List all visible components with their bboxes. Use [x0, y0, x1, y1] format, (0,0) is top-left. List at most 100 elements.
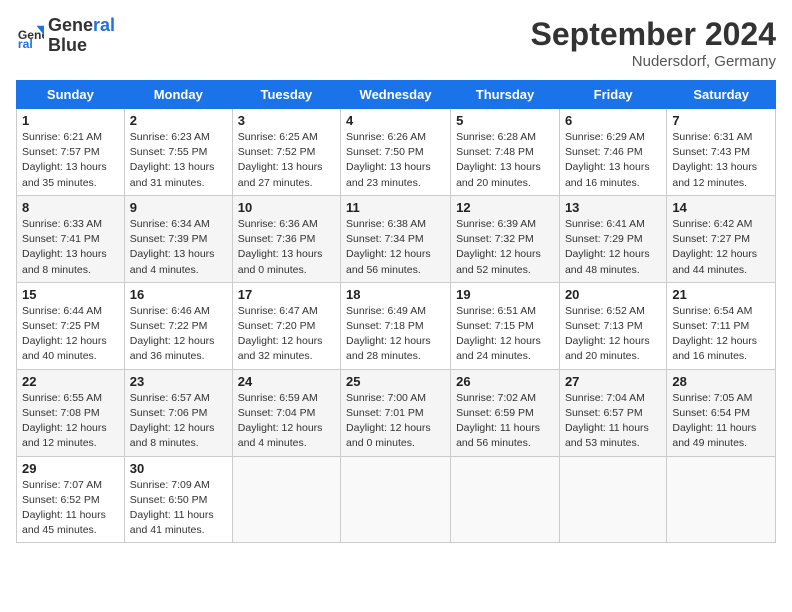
day-number: 14: [672, 200, 770, 215]
day-info: Sunrise: 6:47 AM Sunset: 7:20 PM Dayligh…: [238, 304, 335, 365]
calendar-cell: 10Sunrise: 6:36 AM Sunset: 7:36 PM Dayli…: [232, 195, 340, 282]
day-number: 4: [346, 113, 445, 128]
calendar-week-5: 29Sunrise: 7:07 AM Sunset: 6:52 PM Dayli…: [17, 456, 776, 543]
day-info: Sunrise: 6:54 AM Sunset: 7:11 PM Dayligh…: [672, 304, 770, 365]
calendar-cell: [341, 456, 451, 543]
title-block: September 2024 Nudersdorf, Germany: [531, 16, 776, 70]
day-info: Sunrise: 6:42 AM Sunset: 7:27 PM Dayligh…: [672, 217, 770, 278]
day-info: Sunrise: 6:26 AM Sunset: 7:50 PM Dayligh…: [346, 130, 445, 191]
calendar-cell: 24 Sunrise: 6:59 AM Sunset: 7:04 PM Dayli…: [232, 369, 340, 456]
calendar-week-2: 8Sunrise: 6:33 AM Sunset: 7:41 PM Daylig…: [17, 195, 776, 282]
calendar-cell: 28 Sunrise: 7:05 AM Sunset: 6:54 PM Dayli…: [667, 369, 776, 456]
calendar-cell: 30 Sunrise: 7:09 AM Sunset: 6:50 PM Dayli…: [124, 456, 232, 543]
day-info: Sunrise: 6:52 AM Sunset: 7:13 PM Dayligh…: [565, 304, 661, 365]
day-number: 6: [565, 113, 661, 128]
calendar-week-4: 22 Sunrise: 6:55 AM Sunset: 7:08 PM Dayli…: [17, 369, 776, 456]
day-info: Sunrise: 6:46 AM Sunset: 7:22 PM Dayligh…: [130, 304, 227, 365]
calendar-cell: 4 Sunrise: 6:26 AM Sunset: 7:50 PM Daylig…: [341, 109, 451, 196]
calendar-cell: 20 Sunrise: 6:52 AM Sunset: 7:13 PM Dayli…: [559, 282, 666, 369]
day-number: 5: [456, 113, 554, 128]
calendar-cell: 19 Sunrise: 6:51 AM Sunset: 7:15 PM Dayli…: [451, 282, 560, 369]
day-info: Sunrise: 6:49 AM Sunset: 7:18 PM Dayligh…: [346, 304, 445, 365]
day-info: Sunrise: 6:44 AM Sunset: 7:25 PM Dayligh…: [22, 304, 119, 365]
calendar-week-3: 15Sunrise: 6:44 AM Sunset: 7:25 PM Dayli…: [17, 282, 776, 369]
day-number: 27: [565, 374, 661, 389]
day-of-week-sunday: Sunday: [17, 81, 125, 109]
day-info: Sunrise: 7:05 AM Sunset: 6:54 PM Dayligh…: [672, 391, 770, 452]
calendar-cell: 12 Sunrise: 6:39 AM Sunset: 7:32 PM Dayli…: [451, 195, 560, 282]
day-number: 10: [238, 200, 335, 215]
day-number: 30: [130, 461, 227, 476]
day-info: Sunrise: 6:21 AM Sunset: 7:57 PM Dayligh…: [22, 130, 119, 191]
logo-icon: Gene ral: [16, 22, 44, 50]
day-number: 25: [346, 374, 445, 389]
calendar-cell: 6Sunrise: 6:29 AM Sunset: 7:46 PM Daylig…: [559, 109, 666, 196]
day-info: Sunrise: 6:59 AM Sunset: 7:04 PM Dayligh…: [238, 391, 335, 452]
page-header: Gene ral General Blue September 2024 Nud…: [16, 16, 776, 70]
day-number: 19: [456, 287, 554, 302]
calendar-week-1: 1 Sunrise: 6:21 AM Sunset: 7:57 PM Daylig…: [17, 109, 776, 196]
day-number: 11: [346, 200, 445, 215]
calendar-cell: 18 Sunrise: 6:49 AM Sunset: 7:18 PM Dayli…: [341, 282, 451, 369]
day-info: Sunrise: 6:31 AM Sunset: 7:43 PM Dayligh…: [672, 130, 770, 191]
calendar-cell: 8Sunrise: 6:33 AM Sunset: 7:41 PM Daylig…: [17, 195, 125, 282]
day-number: 8: [22, 200, 119, 215]
calendar-cell: 25Sunrise: 7:00 AM Sunset: 7:01 PM Dayli…: [341, 369, 451, 456]
calendar-cell: 1 Sunrise: 6:21 AM Sunset: 7:57 PM Daylig…: [17, 109, 125, 196]
day-of-week-wednesday: Wednesday: [341, 81, 451, 109]
day-info: Sunrise: 6:51 AM Sunset: 7:15 PM Dayligh…: [456, 304, 554, 365]
day-number: 23: [130, 374, 227, 389]
day-info: Sunrise: 7:02 AM Sunset: 6:59 PM Dayligh…: [456, 391, 554, 452]
day-number: 1: [22, 113, 119, 128]
location: Nudersdorf, Germany: [531, 53, 776, 70]
day-info: Sunrise: 6:34 AM Sunset: 7:39 PM Dayligh…: [130, 217, 227, 278]
calendar-cell: 21Sunrise: 6:54 AM Sunset: 7:11 PM Dayli…: [667, 282, 776, 369]
day-number: 16: [130, 287, 227, 302]
calendar-cell: 16 Sunrise: 6:46 AM Sunset: 7:22 PM Dayli…: [124, 282, 232, 369]
calendar-cell: [451, 456, 560, 543]
day-info: Sunrise: 6:28 AM Sunset: 7:48 PM Dayligh…: [456, 130, 554, 191]
day-info: Sunrise: 7:07 AM Sunset: 6:52 PM Dayligh…: [22, 478, 119, 539]
day-of-week-saturday: Saturday: [667, 81, 776, 109]
day-of-week-thursday: Thursday: [451, 81, 560, 109]
logo: Gene ral General Blue: [16, 16, 115, 56]
day-info: Sunrise: 6:25 AM Sunset: 7:52 PM Dayligh…: [238, 130, 335, 191]
calendar-cell: 2Sunrise: 6:23 AM Sunset: 7:55 PM Daylig…: [124, 109, 232, 196]
day-info: Sunrise: 6:57 AM Sunset: 7:06 PM Dayligh…: [130, 391, 227, 452]
calendar-cell: [232, 456, 340, 543]
calendar-cell: 13Sunrise: 6:41 AM Sunset: 7:29 PM Dayli…: [559, 195, 666, 282]
day-number: 13: [565, 200, 661, 215]
calendar-cell: 22 Sunrise: 6:55 AM Sunset: 7:08 PM Dayli…: [17, 369, 125, 456]
calendar-cell: 29Sunrise: 7:07 AM Sunset: 6:52 PM Dayli…: [17, 456, 125, 543]
calendar-cell: 3 Sunrise: 6:25 AM Sunset: 7:52 PM Daylig…: [232, 109, 340, 196]
day-number: 3: [238, 113, 335, 128]
calendar-cell: 9 Sunrise: 6:34 AM Sunset: 7:39 PM Daylig…: [124, 195, 232, 282]
day-info: Sunrise: 6:55 AM Sunset: 7:08 PM Dayligh…: [22, 391, 119, 452]
day-number: 20: [565, 287, 661, 302]
day-number: 22: [22, 374, 119, 389]
calendar-cell: 27 Sunrise: 7:04 AM Sunset: 6:57 PM Dayli…: [559, 369, 666, 456]
day-number: 12: [456, 200, 554, 215]
calendar-cell: 11 Sunrise: 6:38 AM Sunset: 7:34 PM Dayli…: [341, 195, 451, 282]
day-number: 24: [238, 374, 335, 389]
day-info: Sunrise: 6:38 AM Sunset: 7:34 PM Dayligh…: [346, 217, 445, 278]
calendar-cell: 5 Sunrise: 6:28 AM Sunset: 7:48 PM Daylig…: [451, 109, 560, 196]
day-of-week-monday: Monday: [124, 81, 232, 109]
calendar-cell: 17 Sunrise: 6:47 AM Sunset: 7:20 PM Dayli…: [232, 282, 340, 369]
calendar-cell: 15Sunrise: 6:44 AM Sunset: 7:25 PM Dayli…: [17, 282, 125, 369]
calendar-cell: 23 Sunrise: 6:57 AM Sunset: 7:06 PM Dayli…: [124, 369, 232, 456]
day-info: Sunrise: 6:39 AM Sunset: 7:32 PM Dayligh…: [456, 217, 554, 278]
calendar-cell: [667, 456, 776, 543]
day-info: Sunrise: 7:09 AM Sunset: 6:50 PM Dayligh…: [130, 478, 227, 539]
day-number: 9: [130, 200, 227, 215]
day-number: 2: [130, 113, 227, 128]
day-info: Sunrise: 7:04 AM Sunset: 6:57 PM Dayligh…: [565, 391, 661, 452]
calendar-cell: [559, 456, 666, 543]
day-number: 28: [672, 374, 770, 389]
day-number: 18: [346, 287, 445, 302]
day-number: 17: [238, 287, 335, 302]
day-number: 7: [672, 113, 770, 128]
day-number: 26: [456, 374, 554, 389]
day-of-week-tuesday: Tuesday: [232, 81, 340, 109]
month-title: September 2024: [531, 16, 776, 53]
